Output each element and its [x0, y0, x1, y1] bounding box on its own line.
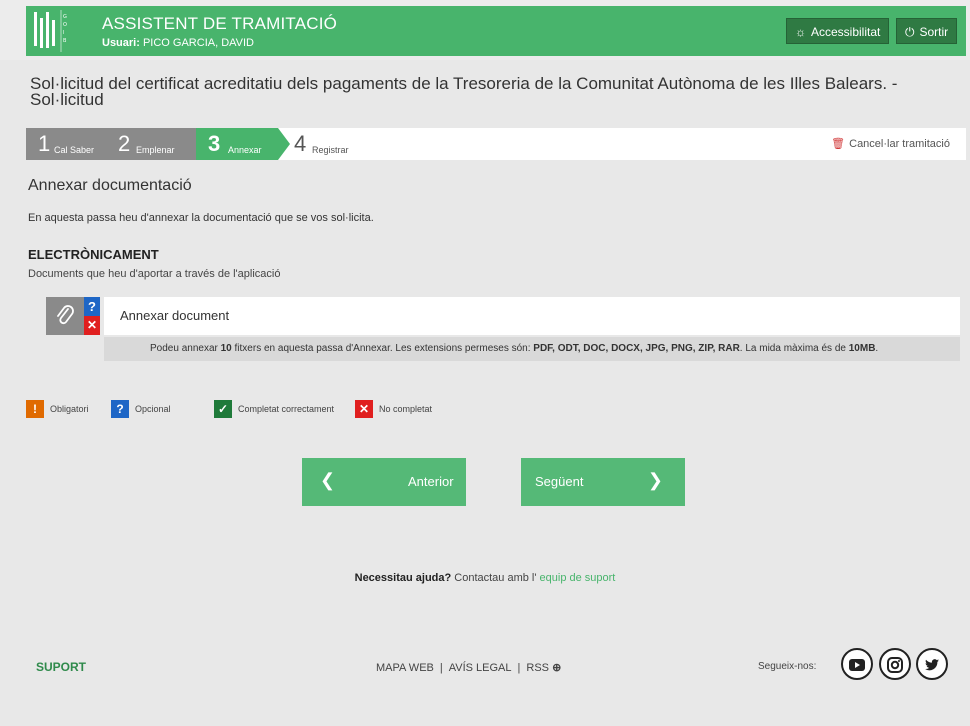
- step-number: 1: [38, 131, 51, 156]
- question-icon: ?: [111, 400, 129, 418]
- youtube-icon[interactable]: [841, 648, 873, 680]
- step-registrar: 4 Registrar: [294, 128, 374, 160]
- step-emplenar[interactable]: 2 Emplenar: [106, 128, 196, 160]
- cancel-tramitacio-link[interactable]: 🗑 Cancel·lar tramitació: [831, 137, 950, 150]
- electronic-title: ELECTRÒNICAMENT: [28, 247, 159, 262]
- legend-label: Opcional: [135, 404, 171, 414]
- accessibility-icon: ☼: [795, 25, 806, 39]
- note-count: 10: [220, 343, 232, 354]
- footer-links: MAPA WEB | AVÍS LEGAL | RSS ⊕: [376, 661, 561, 674]
- svg-text:B: B: [63, 38, 67, 44]
- next-button[interactable]: Següent ❯: [521, 458, 685, 506]
- rss-label: RSS: [526, 662, 549, 674]
- cross-icon: ✕: [355, 400, 373, 418]
- document-row: ? ✕ Annexar document Podeu annexar 10 fi…: [46, 297, 960, 363]
- user-label: Usuari:: [102, 37, 140, 49]
- power-icon: ⏻: [905, 25, 915, 39]
- goib-logo: G O I B: [34, 10, 67, 52]
- step-cal-saber[interactable]: 1 Cal Saber: [26, 128, 106, 160]
- note-text: . La mida màxima és de: [739, 343, 849, 354]
- paperclip-icon[interactable]: [46, 297, 84, 335]
- previous-label: Anterior: [408, 474, 454, 489]
- legend-mandatory: ! Obligatori: [26, 400, 89, 418]
- step-number: 3: [208, 131, 221, 156]
- exclamation-icon: !: [26, 400, 44, 418]
- note-text: Podeu annexar: [150, 343, 221, 354]
- page-title: Sol·licitud del certificat acreditatiu d…: [30, 74, 898, 109]
- header: G O I B ASSISTENT DE TRAMITACIÓ Usuari: …: [0, 0, 970, 60]
- legend-label: Completat correctament: [238, 404, 335, 414]
- legend-optional: ? Opcional: [111, 400, 171, 418]
- legend-not-completed: ✕ No completat: [355, 400, 432, 418]
- legend-completed: ✓ Completat correctament: [214, 400, 334, 418]
- annex-document-button[interactable]: Annexar document: [104, 297, 960, 335]
- electronic-subtitle: Documents que heu d'aportar a través de …: [28, 268, 281, 280]
- mapa-web-link[interactable]: MAPA WEB: [376, 662, 434, 674]
- exit-label: Sortir: [919, 25, 949, 39]
- cancel-label: Cancel·lar tramitació: [849, 138, 950, 150]
- step-annexar[interactable]: 3 Annexar: [196, 128, 278, 160]
- step-label: Registrar: [312, 145, 349, 155]
- not-completed-badge-icon: ✕: [84, 316, 100, 335]
- separator: |: [439, 662, 443, 674]
- separator: |: [517, 662, 521, 674]
- step-label: Annexar: [228, 145, 262, 155]
- twitter-icon[interactable]: [916, 648, 948, 680]
- note-text: .: [875, 343, 879, 354]
- rss-icon: ⊕: [552, 662, 562, 674]
- step-number: 4: [294, 131, 307, 156]
- app-title: ASSISTENT DE TRAMITACIÓ: [102, 14, 338, 33]
- accessibility-label: Accessibilitat: [811, 25, 881, 39]
- check-icon: ✓: [214, 400, 232, 418]
- exit-button[interactable]: ⏻ Sortir: [896, 18, 958, 44]
- rss-link[interactable]: RSS ⊕: [526, 662, 561, 674]
- chevron-left-icon: ❮: [320, 470, 336, 490]
- chevron-right-icon: ❯: [647, 470, 663, 490]
- legend-label: Obligatori: [50, 404, 89, 414]
- note-extensions: PDF, ODT, DOC, DOCX, JPG, PNG, ZIP, RAR: [533, 343, 740, 354]
- user-line: Usuari: PICO GARCIA, DAVID: [102, 37, 254, 49]
- note-text: fitxers en aquesta passa d'Annexar. Les …: [231, 343, 534, 354]
- note-size: 10MB: [848, 343, 876, 354]
- help-text: Contactau amb l': [451, 572, 540, 584]
- step-label: Cal Saber: [54, 145, 95, 155]
- step-active-arrow: [278, 128, 290, 160]
- instagram-icon[interactable]: [879, 648, 911, 680]
- section-title: Annexar documentació: [28, 177, 192, 194]
- footer-suport-link[interactable]: SUPORT: [36, 660, 86, 674]
- accessibility-button[interactable]: ☼ Accessibilitat: [786, 18, 890, 44]
- svg-text:O: O: [63, 22, 67, 28]
- document-note: Podeu annexar 10 fitxers en aquesta pass…: [104, 337, 960, 361]
- header-bar: G O I B ASSISTENT DE TRAMITACIÓ Usuari: …: [26, 6, 966, 56]
- help-question: Necessitau ajuda?: [354, 572, 452, 584]
- support-team-link[interactable]: equip de suport: [540, 572, 616, 584]
- steps-bar: 1 Cal Saber 2 Emplenar 3 Annexar 4 Regis…: [26, 128, 966, 160]
- legend-label: No completat: [379, 404, 433, 414]
- svg-text:I: I: [63, 30, 64, 36]
- help-line: Necessitau ajuda? Contactau amb l' equip…: [0, 572, 970, 584]
- step-label: Emplenar: [136, 145, 175, 155]
- step-number: 2: [118, 131, 131, 156]
- previous-button[interactable]: ❮ Anterior: [302, 458, 466, 506]
- user-name: PICO GARCIA, DAVID: [142, 37, 255, 49]
- trash-icon: 🗑: [831, 138, 846, 150]
- next-label: Següent: [535, 474, 584, 489]
- section-description: En aquesta passa heu d'annexar la docume…: [28, 212, 374, 224]
- avis-legal-link[interactable]: AVÍS LEGAL: [449, 662, 512, 674]
- follow-label: Segueix-nos:: [758, 661, 817, 672]
- svg-text:G: G: [63, 14, 67, 20]
- optional-badge-icon: ?: [84, 297, 100, 316]
